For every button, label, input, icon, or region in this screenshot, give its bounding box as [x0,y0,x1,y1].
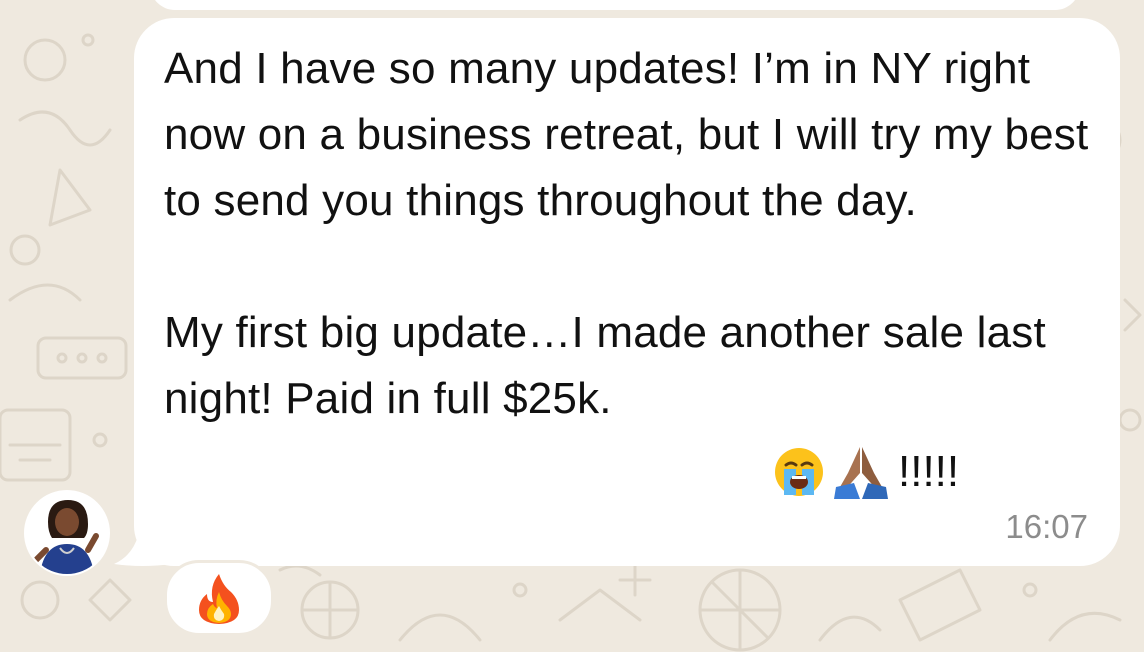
message-text: And I have so many updates! I’m in NY ri… [164,44,1089,423]
sender-avatar[interactable] [24,490,110,576]
message-emoji-row: !!!!! [772,442,959,502]
previous-message-bubble [150,0,1080,10]
loudly-crying-face-icon [775,448,823,496]
folded-hands-icon [834,447,888,499]
avatar-photo [26,492,108,574]
fire-icon [199,574,239,624]
reaction-button[interactable] [164,560,274,636]
message-exclamations: !!!!! [898,447,960,496]
message-timestamp: 16:07 [1005,508,1088,545]
message-bubble[interactable]: And I have so many updates! I’m in NY ri… [134,18,1120,566]
